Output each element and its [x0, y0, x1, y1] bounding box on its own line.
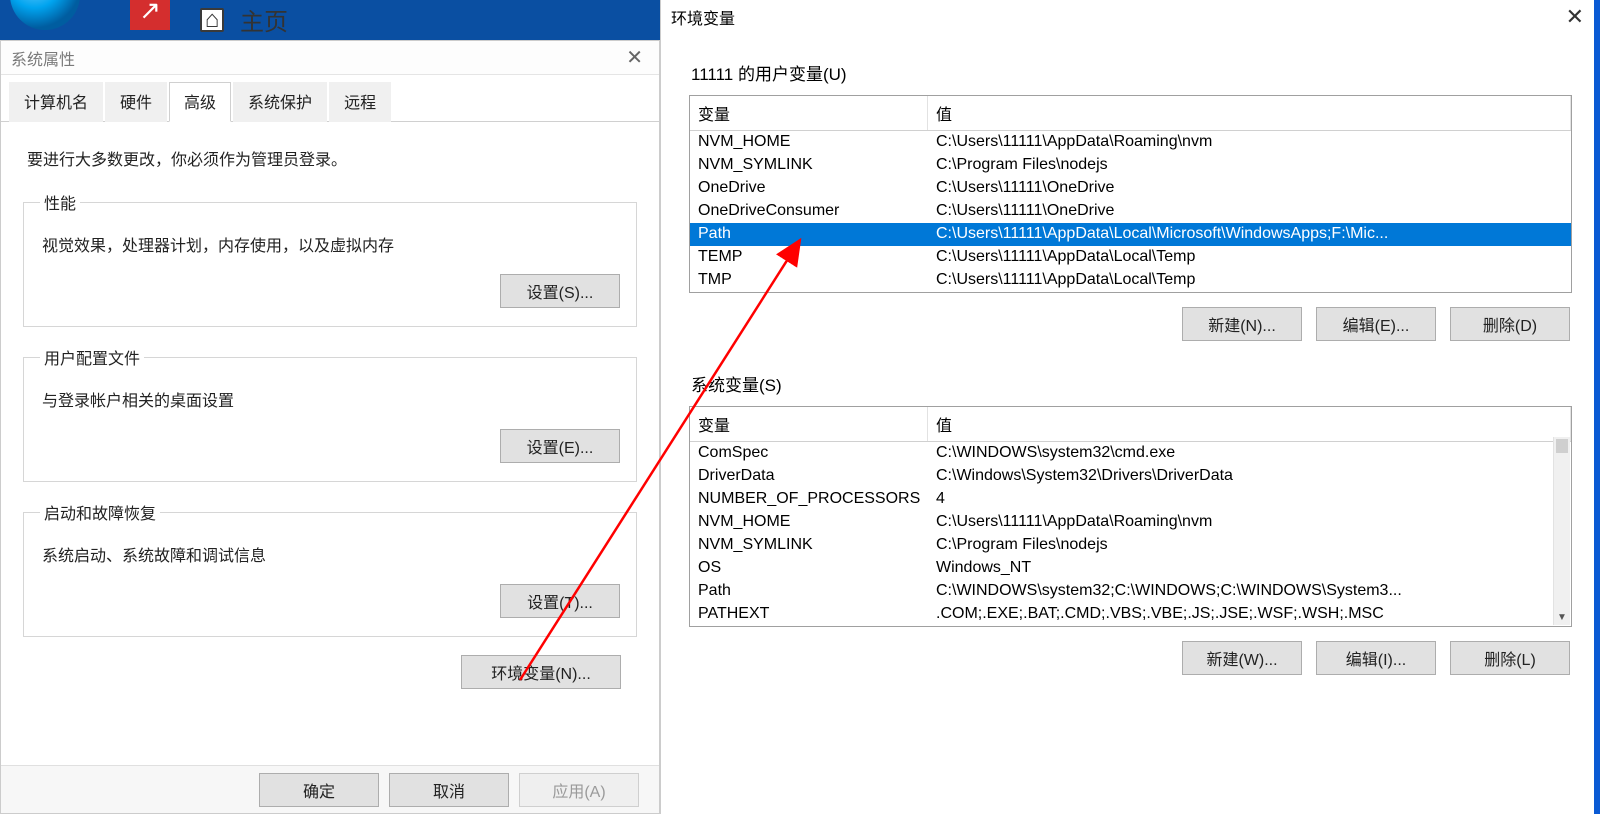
val-cell: C:\Users\11111\AppData\Roaming\nvm	[928, 511, 1553, 534]
desktop-background: ↗ ⌂ 主页	[0, 0, 660, 40]
tab-advanced[interactable]: 高级	[169, 82, 231, 122]
profiles-legend: 用户配置文件	[40, 345, 144, 369]
var-cell: NUMBER_OF_PROCESSORS	[690, 488, 928, 511]
environment-variables-button[interactable]: 环境变量(N)...	[461, 655, 621, 689]
startup-group: 启动和故障恢复 系统启动、系统故障和调试信息 设置(T)...	[23, 500, 637, 637]
col-val-header[interactable]: 值	[928, 96, 1571, 130]
col-val-header-sys[interactable]: 值	[928, 407, 1571, 441]
sys-delete-button[interactable]: 删除(L)	[1450, 641, 1570, 675]
table-row[interactable]: OneDriveC:\Users\11111\OneDrive	[690, 177, 1571, 200]
var-cell: ComSpec	[690, 442, 928, 465]
cancel-button[interactable]: 取消	[389, 773, 509, 807]
user-vars-label: 11111 的用户变量(U)	[691, 60, 1572, 85]
profiles-group: 用户配置文件 与登录帐户相关的桌面设置 设置(E)...	[23, 345, 637, 482]
table-row[interactable]: ComSpecC:\WINDOWS\system32\cmd.exe	[690, 442, 1553, 465]
sysprop-tabs: 计算机名 硬件 高级 系统保护 远程	[1, 75, 659, 122]
sys-scrollbar[interactable]: ▲ ▼	[1553, 437, 1570, 625]
table-row[interactable]: PATHEXT.COM;.EXE;.BAT;.CMD;.VBS;.VBE;.JS…	[690, 603, 1553, 626]
env-close-icon[interactable]: ✕	[1560, 4, 1590, 30]
var-cell: NVM_SYMLINK	[690, 154, 928, 177]
user-delete-button[interactable]: 删除(D)	[1450, 307, 1570, 341]
val-cell: 4	[928, 488, 1553, 511]
sys-edit-button[interactable]: 编辑(I)...	[1316, 641, 1436, 675]
var-cell: OneDrive	[690, 177, 928, 200]
var-cell: TEMP	[690, 246, 928, 269]
var-cell: NVM_HOME	[690, 131, 928, 154]
performance-group: 性能 视觉效果，处理器计划，内存使用，以及虚拟内存 设置(S)...	[23, 190, 637, 327]
table-row[interactable]: TEMPC:\Users\11111\AppData\Local\Temp	[690, 246, 1571, 269]
user-new-button[interactable]: 新建(N)...	[1182, 307, 1302, 341]
val-cell: Windows_NT	[928, 557, 1553, 580]
user-vars-list[interactable]: 变量 值 NVM_HOMEC:\Users\11111\AppData\Roam…	[689, 95, 1572, 293]
startup-legend: 启动和故障恢复	[40, 500, 160, 524]
val-cell: C:\WINDOWS\system32\cmd.exe	[928, 442, 1553, 465]
profiles-settings-button[interactable]: 设置(E)...	[500, 429, 620, 463]
sys-vars-list[interactable]: 变量 值 ComSpecC:\WINDOWS\system32\cmd.exeD…	[689, 406, 1572, 627]
table-row[interactable]: OneDriveConsumerC:\Users\11111\OneDrive	[690, 200, 1571, 223]
edge-browser-icon	[10, 0, 80, 30]
table-row[interactable]: NUMBER_OF_PROCESSORS4	[690, 488, 1553, 511]
performance-settings-button[interactable]: 设置(S)...	[500, 274, 620, 308]
sysprop-footer: 确定 取消 应用(A)	[1, 765, 659, 813]
tab-system-protection[interactable]: 系统保护	[233, 82, 327, 122]
sys-vars-label: 系统变量(S)	[691, 371, 1572, 396]
val-cell: C:\Users\11111\OneDrive	[928, 200, 1571, 223]
shortcut-overlay-icon: ↗	[130, 0, 170, 30]
startup-settings-button[interactable]: 设置(T)...	[500, 584, 620, 618]
table-row[interactable]: OSWindows_NT	[690, 557, 1553, 580]
table-row[interactable]: PathC:\Users\11111\AppData\Local\Microso…	[690, 223, 1571, 246]
col-var-header-sys[interactable]: 变量	[690, 407, 928, 441]
val-cell: C:\Program Files\nodejs	[928, 154, 1571, 177]
sysprop-title: 系统属性	[11, 46, 75, 70]
table-row[interactable]: NVM_HOMEC:\Users\11111\AppData\Roaming\n…	[690, 131, 1571, 154]
val-cell: C:\Users\11111\OneDrive	[928, 177, 1571, 200]
table-row[interactable]: PathC:\WINDOWS\system32;C:\WINDOWS;C:\WI…	[690, 580, 1553, 603]
apply-button[interactable]: 应用(A)	[519, 773, 639, 807]
right-window-border	[1594, 0, 1600, 814]
val-cell: C:\Program Files\nodejs	[928, 534, 1553, 557]
val-cell: C:\WINDOWS\system32;C:\WINDOWS;C:\WINDOW…	[928, 580, 1553, 603]
sysprop-close-icon[interactable]: ✕	[620, 45, 649, 70]
environment-variables-dialog: 环境变量 ✕ 11111 的用户变量(U) 变量 值 NVM_HOMEC:\Us…	[660, 0, 1600, 814]
scroll-down-icon[interactable]: ▼	[1554, 609, 1570, 625]
var-cell: PATHEXT	[690, 603, 928, 626]
table-row[interactable]: NVM_SYMLINKC:\Program Files\nodejs	[690, 534, 1553, 557]
table-row[interactable]: TMPC:\Users\11111\AppData\Local\Temp	[690, 269, 1571, 292]
var-cell: DriverData	[690, 465, 928, 488]
table-row[interactable]: DriverDataC:\Windows\System32\Drivers\Dr…	[690, 465, 1553, 488]
var-cell: OS	[690, 557, 928, 580]
val-cell: C:\Users\11111\AppData\Local\Temp	[928, 246, 1571, 269]
var-cell: Path	[690, 223, 928, 246]
table-row[interactable]: NVM_SYMLINKC:\Program Files\nodejs	[690, 154, 1571, 177]
user-edit-button[interactable]: 编辑(E)...	[1316, 307, 1436, 341]
ok-button[interactable]: 确定	[259, 773, 379, 807]
profiles-desc: 与登录帐户相关的桌面设置	[42, 387, 620, 411]
startup-desc: 系统启动、系统故障和调试信息	[42, 542, 620, 566]
var-cell: TMP	[690, 269, 928, 292]
var-cell: OneDriveConsumer	[690, 200, 928, 223]
val-cell: .COM;.EXE;.BAT;.CMD;.VBS;.VBE;.JS;.JSE;.…	[928, 603, 1553, 626]
val-cell: C:\Users\11111\AppData\Local\Temp	[928, 269, 1571, 292]
tab-computer-name[interactable]: 计算机名	[9, 82, 103, 122]
performance-desc: 视觉效果，处理器计划，内存使用，以及虚拟内存	[42, 232, 620, 256]
var-cell: Path	[690, 580, 928, 603]
val-cell: C:\Users\11111\AppData\Roaming\nvm	[928, 131, 1571, 154]
col-var-header[interactable]: 变量	[690, 96, 928, 130]
tab-remote[interactable]: 远程	[329, 82, 391, 122]
var-cell: NVM_HOME	[690, 511, 928, 534]
scroll-thumb[interactable]	[1556, 439, 1568, 453]
home-label: 主页	[240, 2, 288, 37]
var-cell: NVM_SYMLINK	[690, 534, 928, 557]
system-properties-dialog: 系统属性 ✕ 计算机名 硬件 高级 系统保护 远程 要进行大多数更改，你必须作为…	[0, 40, 660, 814]
val-cell: C:\Users\11111\AppData\Local\Microsoft\W…	[928, 223, 1571, 246]
home-icon: ⌂	[200, 8, 224, 32]
performance-legend: 性能	[40, 190, 80, 214]
admin-note: 要进行大多数更改，你必须作为管理员登录。	[27, 146, 637, 170]
env-title: 环境变量	[671, 5, 735, 29]
val-cell: C:\Windows\System32\Drivers\DriverData	[928, 465, 1553, 488]
table-row[interactable]: NVM_HOMEC:\Users\11111\AppData\Roaming\n…	[690, 511, 1553, 534]
tab-hardware[interactable]: 硬件	[105, 82, 167, 122]
sys-new-button[interactable]: 新建(W)...	[1182, 641, 1302, 675]
